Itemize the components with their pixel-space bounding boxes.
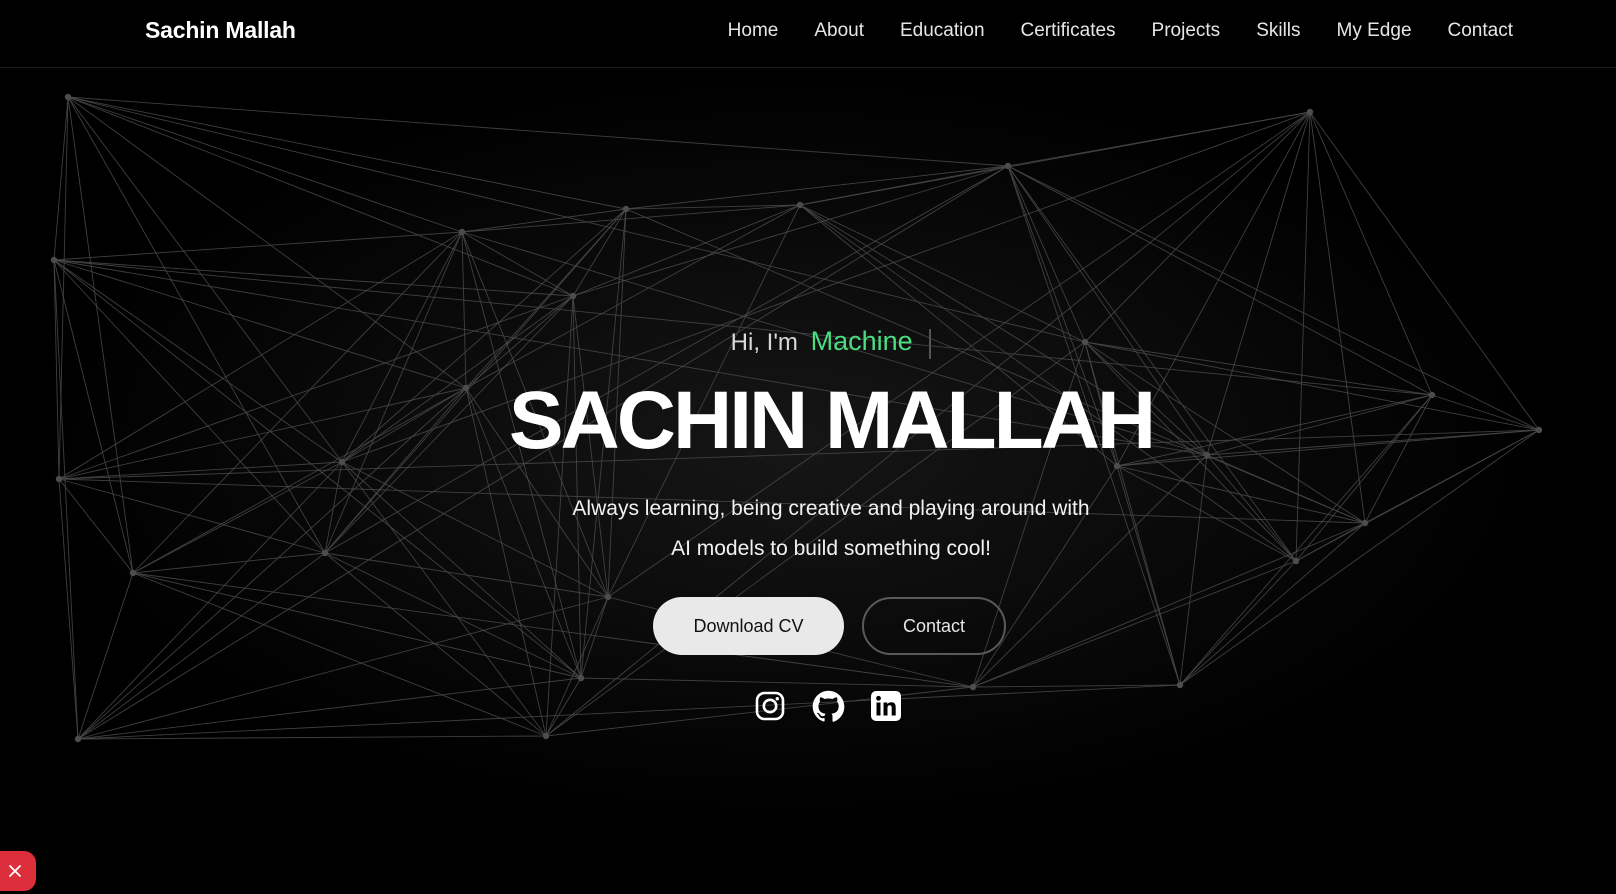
nav-links: Home About Education Certificates Projec… bbox=[728, 20, 1513, 42]
instagram-icon[interactable] bbox=[753, 689, 787, 723]
linkedin-icon[interactable] bbox=[869, 689, 903, 723]
nav-link-certificates[interactable]: Certificates bbox=[1021, 20, 1116, 42]
brand-logo-text[interactable]: Sachin Mallah bbox=[145, 17, 296, 44]
greeting-prefix: Hi, I'm bbox=[730, 329, 798, 356]
hero-greeting: Hi, I'm Machine bbox=[0, 326, 1616, 359]
tagline-line-1: Always learning, being creative and play… bbox=[572, 497, 1090, 520]
nav-link-my-edge[interactable]: My Edge bbox=[1337, 20, 1412, 42]
hero-tagline: Always learning, being creative and play… bbox=[0, 489, 1616, 569]
hero-name-title: SACHIN MALLAH bbox=[508, 375, 1156, 466]
social-links bbox=[753, 689, 903, 723]
tagline-line-2: AI models to build something cool! bbox=[671, 537, 991, 560]
nav-link-projects[interactable]: Projects bbox=[1152, 20, 1221, 42]
contact-button[interactable]: Contact bbox=[862, 597, 1006, 655]
nav-link-contact[interactable]: Contact bbox=[1448, 20, 1513, 42]
nav-link-education[interactable]: Education bbox=[900, 20, 985, 42]
hero-section: Hi, I'm Machine SACHIN MALLAH Always lea… bbox=[0, 0, 1616, 894]
close-icon[interactable] bbox=[0, 851, 36, 891]
typing-cursor bbox=[929, 328, 932, 359]
top-navbar: Sachin Mallah Home About Education Certi… bbox=[0, 0, 1616, 68]
github-icon[interactable] bbox=[811, 689, 845, 723]
nav-link-skills[interactable]: Skills bbox=[1256, 20, 1300, 42]
nav-link-home[interactable]: Home bbox=[728, 20, 779, 42]
nav-link-about[interactable]: About bbox=[814, 20, 864, 42]
download-cv-button[interactable]: Download CV bbox=[653, 597, 844, 655]
typed-role-text: Machine bbox=[810, 326, 913, 356]
